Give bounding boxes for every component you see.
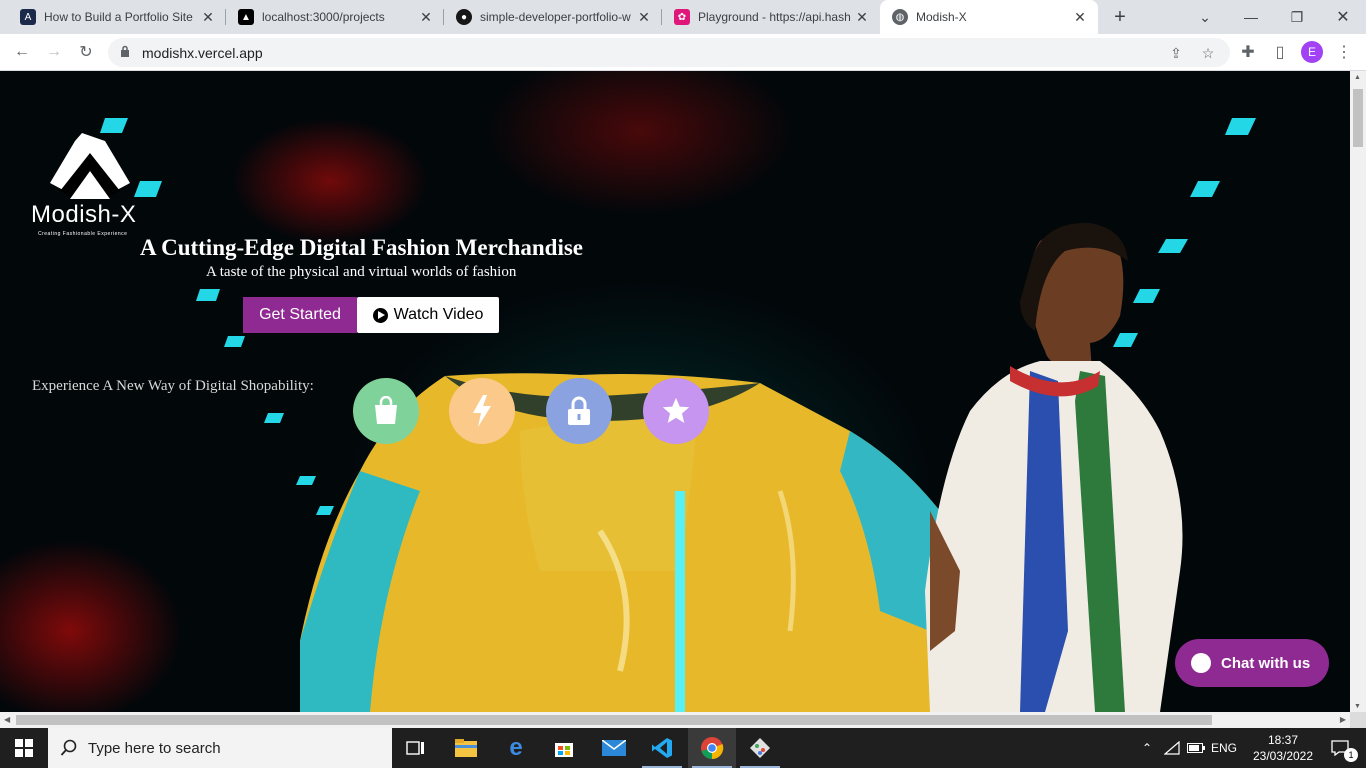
chat-with-us-button[interactable]: Chat with us — [1175, 639, 1329, 687]
feature-star[interactable] — [643, 378, 709, 444]
lock-icon — [568, 396, 590, 425]
chrome-icon[interactable] — [688, 728, 736, 768]
tab-favicon-icon: ✿ — [674, 9, 690, 25]
feature-lock[interactable] — [546, 378, 612, 444]
scroll-down-arrow-icon[interactable]: ▼ — [1354, 703, 1361, 710]
minimize-button[interactable]: — — [1228, 0, 1274, 34]
page-viewport: Modish-X Creating Fashionable Experience… — [0, 71, 1350, 712]
watch-video-button[interactable]: Watch Video — [357, 297, 499, 333]
url-text: modishx.vercel.app — [142, 45, 263, 61]
logo-wordmark: Modish-X — [31, 201, 137, 228]
logo-tagline: Creating Fashionable Experience — [38, 231, 128, 237]
file-explorer-icon[interactable] — [442, 728, 490, 768]
address-bar[interactable]: modishx.vercel.app ⇪ ☆ — [108, 38, 1230, 67]
scroll-left-arrow-icon[interactable]: ◀ — [4, 715, 10, 724]
scrollbar-corner — [1350, 712, 1366, 728]
forward-icon[interactable]: → — [42, 40, 66, 64]
tab-title: Modish-X — [916, 10, 967, 24]
watch-video-label: Watch Video — [393, 306, 484, 323]
horizontal-scroll-thumb[interactable] — [16, 715, 1212, 725]
scroll-right-arrow-icon[interactable]: ▶ — [1340, 715, 1346, 724]
taskbar-search-box[interactable]: Type here to search — [48, 728, 392, 768]
mail-icon[interactable] — [590, 728, 638, 768]
start-button[interactable] — [0, 728, 48, 768]
feature-lightning[interactable] — [449, 378, 515, 444]
side-panel-icon[interactable]: ▯ — [1268, 40, 1292, 64]
clock-time: 18:37 — [1267, 733, 1299, 747]
tab-title: Playground - https://api.hash — [698, 10, 851, 24]
language-indicator[interactable]: ENG — [1208, 728, 1240, 768]
chat-label: Chat with us — [1221, 654, 1311, 672]
network-icon[interactable] — [1160, 728, 1184, 768]
search-icon — [60, 739, 77, 756]
notification-center-icon[interactable]: 1 — [1320, 728, 1360, 768]
lightning-icon — [473, 395, 491, 427]
hero-subtitle: A taste of the physical and virtual worl… — [206, 264, 517, 280]
tab-favicon-icon: ▲ — [238, 9, 254, 25]
vscode-icon[interactable] — [638, 728, 686, 768]
reload-icon[interactable]: ↻ — [74, 40, 98, 64]
extensions-icon[interactable]: ✚ — [1236, 40, 1260, 64]
back-icon[interactable]: ← — [10, 40, 34, 64]
globe-icon: ◍ — [892, 9, 908, 25]
show-hidden-icons-icon[interactable]: ⌃ — [1136, 728, 1158, 768]
close-window-button[interactable]: ✕ — [1320, 0, 1366, 34]
notification-count-badge: 1 — [1344, 748, 1358, 762]
menu-dots-icon[interactable]: ⋮ — [1332, 40, 1356, 64]
new-tab-button[interactable]: + — [1108, 5, 1132, 29]
browser-toolbar: ← → ↻ modishx.vercel.app ⇪ ☆ ✚ ▯ E ⋮ — [0, 34, 1366, 71]
microsoft-store-icon[interactable] — [540, 728, 588, 768]
tab-favicon-icon: A — [20, 9, 36, 25]
close-tab-icon[interactable]: ✕ — [854, 9, 870, 26]
tab-localhost-projects[interactable]: ▲ localhost:3000/projects ✕ — [226, 0, 444, 34]
bookmark-star-icon[interactable]: ☆ — [1198, 43, 1218, 63]
shopping-bag-icon — [375, 396, 397, 424]
github-icon: ● — [456, 9, 472, 25]
hero-title: A Cutting-Edge Digital Fashion Merchandi… — [140, 235, 583, 260]
tab-title: How to Build a Portfolio Site — [44, 10, 193, 24]
tab-search-icon[interactable]: ⌄ — [1182, 0, 1228, 34]
scroll-up-arrow-icon[interactable]: ▲ — [1354, 74, 1361, 81]
restore-button[interactable]: ❐ — [1274, 0, 1320, 34]
task-view-icon[interactable] — [392, 728, 440, 768]
edge-browser-icon[interactable]: e — [492, 728, 540, 768]
tab-playground[interactable]: ✿ Playground - https://api.hash ✕ — [662, 0, 880, 34]
clock-date: 23/03/2022 — [1252, 749, 1314, 763]
get-started-button[interactable]: Get Started — [243, 297, 357, 333]
star-icon — [662, 397, 690, 423]
tab-title: localhost:3000/projects — [262, 10, 385, 24]
search-placeholder: Type here to search — [88, 739, 221, 757]
tab-portfolio-guide[interactable]: A How to Build a Portfolio Site ✕ — [8, 0, 226, 34]
lock-icon — [121, 45, 129, 57]
horizontal-scrollbar[interactable]: ◀ ▶ — [0, 712, 1350, 728]
profile-avatar[interactable]: E — [1301, 41, 1323, 63]
tab-bar: A How to Build a Portfolio Site ✕ ▲ loca… — [0, 0, 1366, 34]
close-tab-icon[interactable]: ✕ — [200, 9, 216, 26]
tab-title: simple-developer-portfolio-w — [480, 10, 631, 24]
clock[interactable]: 18:37 23/03/2022 — [1246, 728, 1320, 768]
windows-logo-icon — [15, 739, 33, 757]
experience-label: Experience A New Way of Digital Shopabil… — [32, 378, 314, 394]
tab-modish-x[interactable]: ◍ Modish-X ✕ — [880, 0, 1098, 34]
tab-github-portfolio[interactable]: ● simple-developer-portfolio-w ✕ — [444, 0, 662, 34]
close-tab-icon[interactable]: ✕ — [636, 9, 652, 26]
chat-bubble-icon — [1191, 653, 1211, 673]
battery-icon[interactable] — [1184, 728, 1208, 768]
vertical-scrollbar[interactable]: ▲ ▼ — [1350, 71, 1366, 712]
close-tab-icon[interactable]: ✕ — [1072, 9, 1088, 26]
feature-shopping-bag[interactable] — [353, 378, 419, 444]
vertical-scroll-thumb[interactable] — [1353, 89, 1363, 147]
git-kraken-icon[interactable] — [736, 728, 784, 768]
windows-taskbar: Type here to search e ⌃ ENG 18:37 23/03/… — [0, 728, 1366, 768]
play-icon — [372, 307, 388, 323]
close-tab-icon[interactable]: ✕ — [418, 9, 434, 26]
share-icon[interactable]: ⇪ — [1166, 43, 1186, 63]
